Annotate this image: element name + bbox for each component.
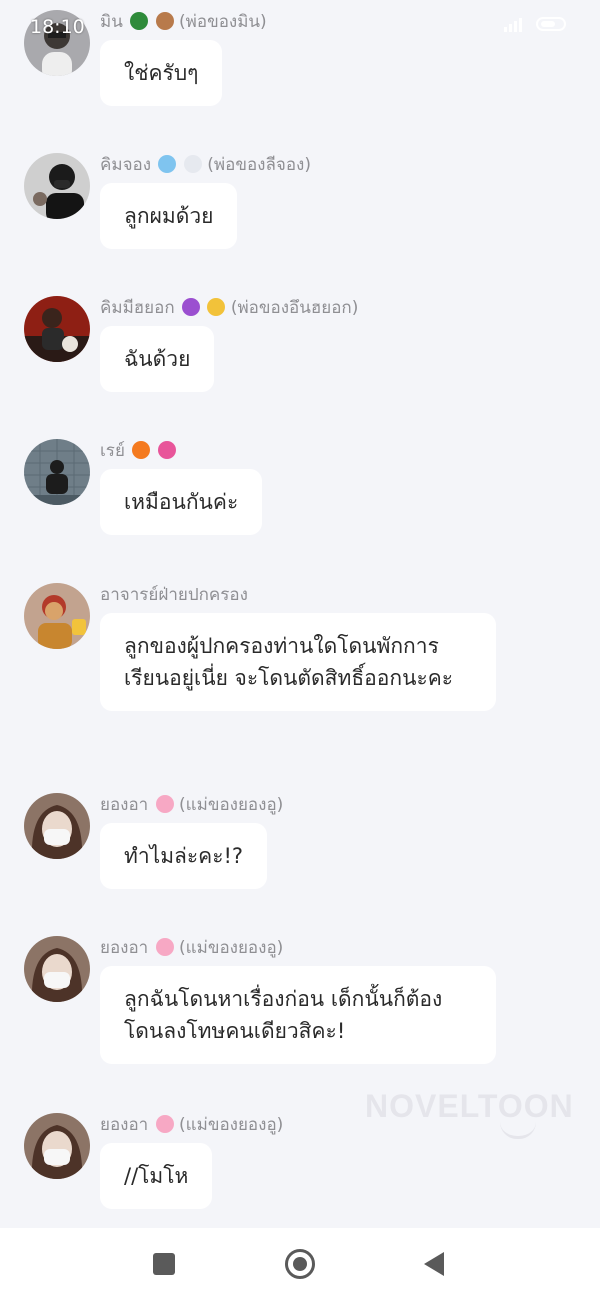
avatar[interactable] — [24, 439, 90, 505]
sender-name: อาจารย์ฝ่ายปกครอง — [100, 585, 248, 605]
message-bubble: ลูกของผู้ปกครองท่านใดโดนพักการเรียนอยู่เ… — [100, 613, 496, 711]
sender-name: ยองอา (แม่ของยองอู) — [100, 1115, 284, 1135]
snowman-emoji — [183, 155, 202, 173]
watermark-smile-icon — [500, 1122, 536, 1139]
status-bar: 18:10 — [0, 0, 600, 48]
square-icon — [153, 1253, 175, 1275]
chat-feed[interactable]: มิน (พ่อของมิน) ใช่ครับๆ คิมจอง (พ่อของล… — [0, 0, 600, 1228]
circle-icon — [285, 1249, 315, 1279]
devil-emoji — [182, 298, 201, 316]
cherry-blossom-emoji — [155, 938, 174, 956]
message-bubble: เหมือนกันค่ะ — [100, 469, 263, 535]
message-bubble: ฉันด้วย — [100, 326, 215, 392]
message-bubble: //โมโห — [100, 1143, 213, 1209]
sender-name: ยองอา (แม่ของยองอู) — [100, 938, 284, 958]
watermark: NOVELTOON — [365, 1088, 574, 1124]
sunglasses-emoji — [207, 298, 226, 316]
sender-name: คิมจอง (พ่อของลีจอง) — [100, 155, 311, 175]
message-bubble: ลูกผมด้วย — [100, 183, 238, 249]
message-bubble: ใช่ครับๆ — [100, 40, 223, 106]
recent-apps-button[interactable] — [124, 1228, 204, 1300]
avatar[interactable] — [24, 1113, 90, 1179]
back-button[interactable] — [394, 1228, 474, 1300]
back-triangle-icon — [424, 1252, 444, 1276]
home-button[interactable] — [260, 1228, 340, 1300]
avatar[interactable] — [24, 793, 90, 859]
message-bubble: ลูกฉันโดนหาเรื่องก่อน เด็กนั้นก็ต้องโดนล… — [100, 966, 496, 1064]
message-bubble: ทำไมล่ะคะ!? — [100, 823, 268, 889]
cherry-blossom-emoji — [155, 1115, 174, 1133]
snowflake-emoji — [158, 155, 177, 173]
avatar[interactable] — [24, 153, 90, 219]
nail-polish-emoji — [157, 441, 176, 459]
status-time: 18:10 — [30, 16, 85, 38]
fire-emoji — [132, 441, 151, 459]
avatar[interactable] — [24, 583, 90, 649]
sender-name: ยองอา (แม่ของยองอู) — [100, 795, 284, 815]
sender-name: คิมมีฮยอก (พ่อของอึนฮยอก) — [100, 298, 359, 318]
sender-name: เรย์ — [100, 437, 176, 464]
battery-icon — [536, 17, 566, 31]
avatar[interactable] — [24, 296, 90, 362]
signal-icon — [504, 16, 522, 32]
cherry-blossom-emoji — [155, 795, 174, 813]
avatar[interactable] — [24, 936, 90, 1002]
status-icons — [504, 16, 566, 32]
navigation-bar — [0, 1228, 600, 1300]
